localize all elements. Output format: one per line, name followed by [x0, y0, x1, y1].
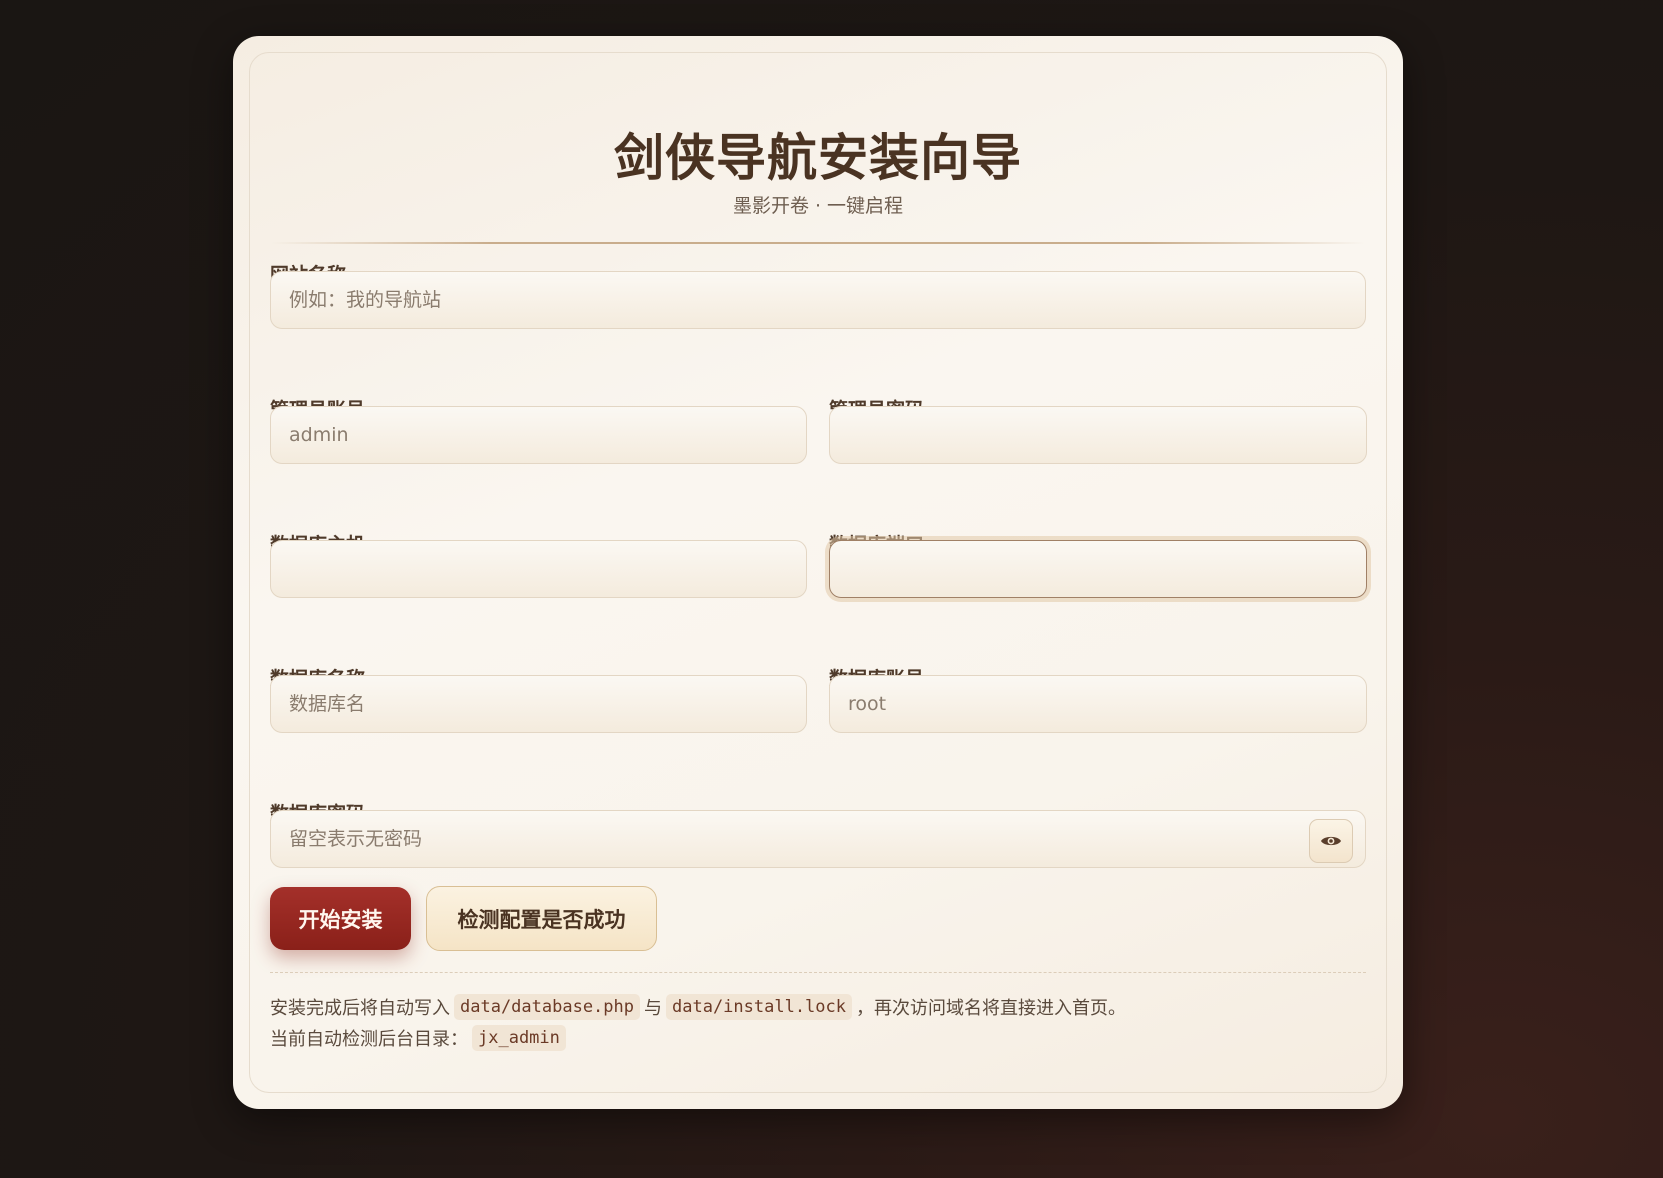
install-lock-path: data/install.lock — [666, 994, 852, 1020]
db-user-input[interactable] — [829, 675, 1367, 733]
admin-dir-prefix: 当前自动检测后台目录： — [270, 1029, 468, 1050]
db-port-input[interactable] — [829, 540, 1367, 598]
eye-icon — [1321, 836, 1341, 846]
install-card: 剑侠导航安装向导 墨影开卷 · 一键启程 网站名称 管理员账号 管理员密码 数据… — [233, 36, 1403, 1109]
page-subtitle: 墨影开卷 · 一键启程 — [732, 195, 904, 217]
install-note-line1: 安装完成后将自动写入 data/database.php 与 data/inst… — [270, 994, 1126, 1020]
note-mid: 与 — [644, 998, 662, 1019]
toggle-password-button[interactable] — [1309, 819, 1353, 863]
notes-divider — [270, 972, 1366, 973]
title-divider — [271, 242, 1365, 244]
db-name-input[interactable] — [270, 675, 807, 733]
install-note-line2: 当前自动检测后台目录： jx_admin — [270, 1025, 570, 1051]
note-prefix: 安装完成后将自动写入 — [270, 998, 450, 1019]
site-name-input[interactable] — [270, 271, 1366, 329]
check-config-button[interactable]: 检测配置是否成功 — [426, 886, 657, 951]
start-install-button[interactable]: 开始安装 — [270, 887, 411, 950]
admin-dir-value: jx_admin — [472, 1025, 566, 1051]
note-suffix: ，再次访问域名将直接进入首页。 — [856, 998, 1126, 1019]
admin-user-input[interactable] — [270, 406, 807, 464]
db-pass-input[interactable] — [270, 810, 1366, 868]
page-title: 剑侠导航安装向导 — [614, 129, 1022, 187]
db-host-input[interactable] — [270, 540, 807, 598]
database-file-path: data/database.php — [454, 994, 640, 1020]
admin-pass-input[interactable] — [829, 406, 1367, 464]
